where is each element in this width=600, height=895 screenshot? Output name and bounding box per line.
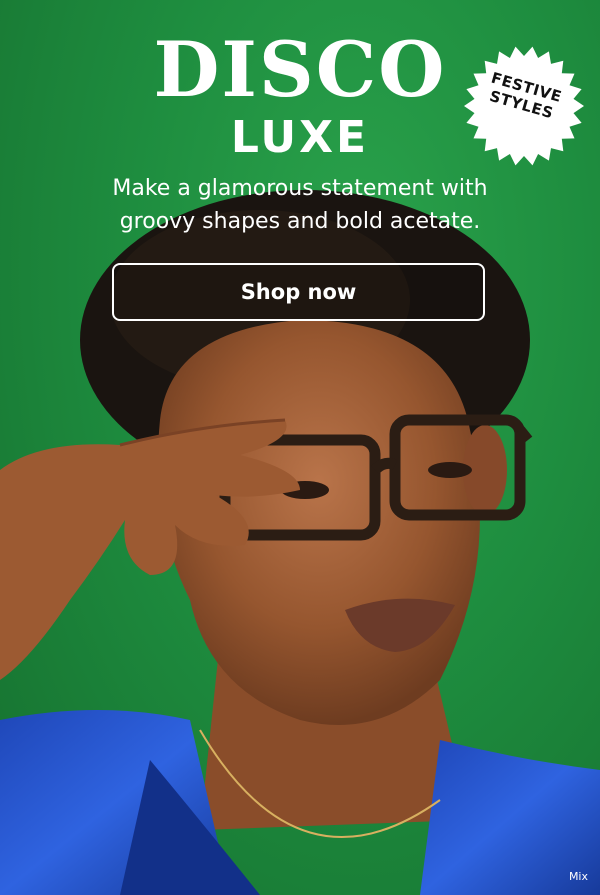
festive-styles-badge: FESTIVE STYLES: [462, 44, 586, 168]
corner-mark: Mix: [568, 870, 588, 883]
subtitle: Make a glamorous statement with groovy s…: [112, 176, 488, 234]
shop-now-button[interactable]: Shop now: [112, 263, 485, 321]
shop-now-label: Shop now: [240, 280, 357, 304]
promo-banner[interactable]: DISCO LUXE Make a glamorous statement wi…: [0, 0, 600, 895]
